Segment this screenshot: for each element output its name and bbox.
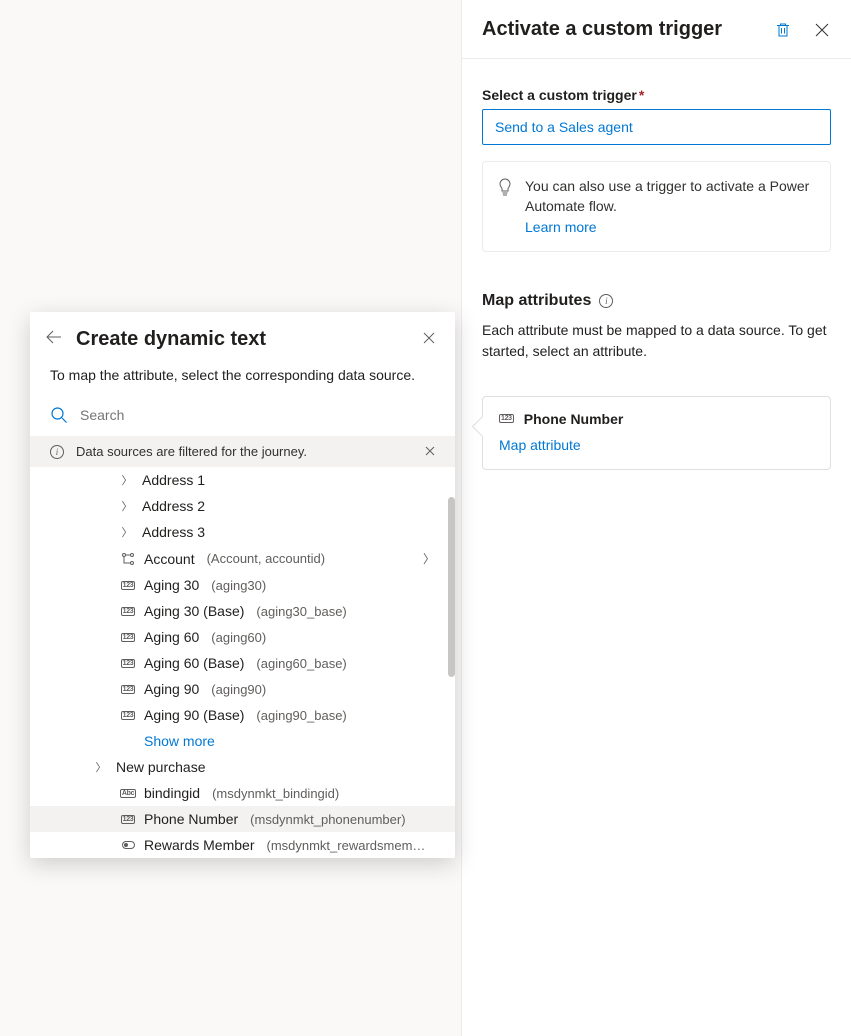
number-type-icon: 123 [121,607,136,616]
back-button[interactable] [46,330,62,349]
popup-description: To map the attribute, select the corresp… [30,361,455,400]
tree-item[interactable]: Abc bindingid (msdynmkt_bindingid) [30,780,455,806]
filter-message: Data sources are filtered for the journe… [76,444,307,459]
number-type-icon: 123 [121,815,136,824]
number-type-icon: 123 [121,685,136,694]
tree-item-label: Address 1 [142,472,205,488]
tree-item-techname: (msdynmkt_bindingid) [212,786,339,801]
chevron-right-icon: 〉 [120,472,134,488]
number-type-icon: 123 [499,414,514,423]
tree-item[interactable]: 〉 Address 2 [30,493,455,519]
tree-item[interactable]: 123 Aging 30 (aging30) [30,572,455,598]
tip-text: You can also use a trigger to activate a… [525,178,809,214]
tree-item-techname: (aging60_base) [256,656,346,671]
close-panel-button[interactable] [813,21,831,39]
tree-item-techname: (aging30_base) [256,604,346,619]
search-icon [50,406,68,424]
number-type-icon: 123 [121,659,136,668]
learn-more-link[interactable]: Learn more [525,219,597,235]
tree-item[interactable]: 123 Aging 30 (Base) (aging30_base) [30,598,455,624]
tree-item-label: Address 2 [142,498,205,514]
tree-item-label: Aging 30 [144,577,199,593]
search-input[interactable] [80,407,435,423]
popup-title: Create dynamic text [76,328,409,351]
panel-title: Activate a custom trigger [482,16,722,42]
info-icon[interactable]: i [599,294,613,308]
tree-item-label: Phone Number [144,811,238,827]
tree-item-label: Aging 90 [144,681,199,697]
data-source-tree[interactable]: 〉 Address 1 〉 Address 2 〉 Address 3 Account (Ac… [30,467,455,858]
tree-item-label: New purchase [116,759,206,775]
tree-item-techname: (aging30) [211,578,266,593]
close-icon [425,446,435,456]
tree-item-label: Aging 90 (Base) [144,707,244,723]
tree-item[interactable]: 123 Aging 60 (Base) (aging60_base) [30,650,455,676]
arrow-left-icon [46,330,62,344]
map-attribute-link[interactable]: Map attribute [499,437,581,453]
tree-item-techname: (aging90) [211,682,266,697]
map-attributes-header: Map attributes i [482,292,831,310]
tree-item[interactable]: 123 Aging 90 (Base) (aging90_base) [30,702,455,728]
close-icon [815,23,829,37]
tree-item-label: Aging 60 [144,629,199,645]
tree-item[interactable]: 123 Aging 60 (aging60) [30,624,455,650]
map-attributes-desc: Each attribute must be mapped to a data … [482,320,831,362]
tree-item-label: Address 3 [142,524,205,540]
tree-item-techname: (msdynmkt_rewardsmem… [266,838,425,853]
attribute-title: Phone Number [524,411,624,427]
tree-item-label: Rewards Member [144,837,254,853]
trash-icon [775,22,791,38]
scrollbar-thumb[interactable] [448,497,455,677]
tree-item-techname: (aging90_base) [256,708,346,723]
tree-item-techname: (msdynmkt_phonenumber) [250,812,405,827]
chevron-right-icon: 〉 [120,498,134,514]
chevron-right-icon: 〉 [120,524,134,540]
tree-item-label: Aging 30 (Base) [144,603,244,619]
tree-item-label: Show more [144,733,215,749]
text-type-icon: Abc [120,789,136,798]
search-row [30,400,455,436]
tree-item[interactable]: Account (Account, accountid) 〉 [30,545,455,572]
chevron-right-icon: 〉 [94,759,108,775]
dynamic-text-popup: Create dynamic text To map the attribute… [30,312,455,858]
tree-item-label: Account [144,551,195,567]
activate-trigger-panel: Activate a custom trigger Select a custo… [461,0,851,1036]
attribute-card: 123 Phone Number Map attribute [482,396,831,470]
dismiss-filter-button[interactable] [425,444,435,459]
tree-item-label: bindingid [144,785,200,801]
close-icon [423,332,435,344]
lightbulb-icon [497,178,513,196]
toggle-type-icon [122,841,135,849]
tree-item[interactable]: Rewards Member (msdynmkt_rewardsmem… [30,832,455,858]
number-type-icon: 123 [121,581,136,590]
tree-item[interactable]: 〉 Address 1 [30,467,455,493]
panel-header: Activate a custom trigger [462,0,851,59]
tree-item-label: Aging 60 (Base) [144,655,244,671]
filter-banner: i Data sources are filtered for the jour… [30,436,455,467]
tree-item-techname: (aging60) [211,630,266,645]
custom-trigger-select[interactable]: Send to a Sales agent [482,109,831,145]
power-automate-tip: You can also use a trigger to activate a… [482,161,831,252]
number-type-icon: 123 [121,711,136,720]
delete-button[interactable] [773,20,793,40]
tree-item-techname: (Account, accountid) [207,551,326,566]
tree-item[interactable]: 123 Aging 90 (aging90) [30,676,455,702]
close-popup-button[interactable] [423,331,435,349]
tree-item[interactable]: Show more [30,728,455,754]
number-type-icon: 123 [121,633,136,642]
select-trigger-label: Select a custom trigger* [482,87,831,103]
relationship-icon [121,552,135,566]
chevron-right-icon: 〉 [423,550,441,567]
tree-item[interactable]: 123 Phone Number (msdynmkt_phonenumber) [30,806,455,832]
tree-item[interactable]: 〉 Address 3 [30,519,455,545]
tree-item[interactable]: 〉 New purchase [30,754,455,780]
info-icon: i [50,445,64,459]
